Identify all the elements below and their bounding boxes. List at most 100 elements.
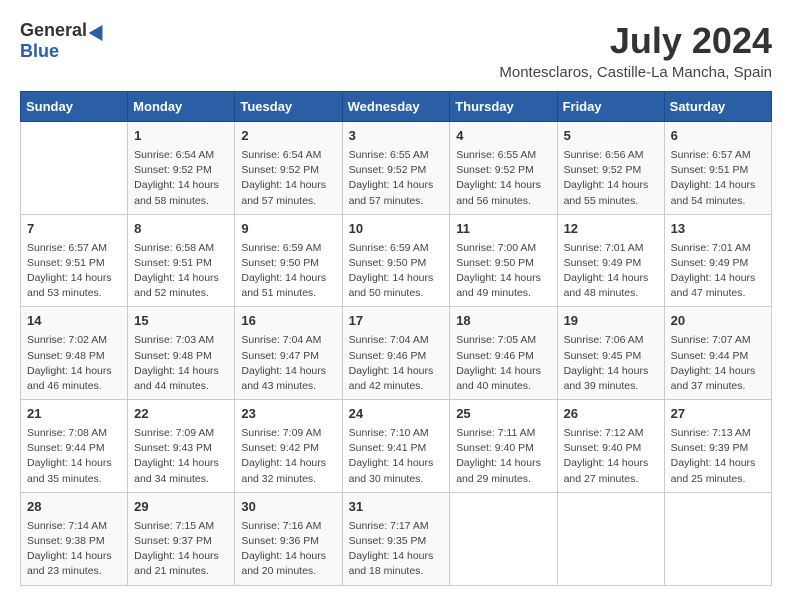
day-number: 31 [349, 498, 444, 517]
calendar-cell: 21 Sunrise: 7:08 AM Sunset: 9:44 PM Dayli… [21, 400, 128, 493]
day-number: 3 [349, 127, 444, 146]
day-info: Sunrise: 7:15 AM Sunset: 9:37 PM Dayligh… [134, 519, 228, 580]
header-cell-monday: Monday [128, 92, 235, 122]
calendar-cell: 6Sunrise: 6:57 AM Sunset: 9:51 PM Daylig… [664, 122, 771, 215]
calendar-cell: 8Sunrise: 6:58 AM Sunset: 9:51 PM Daylig… [128, 214, 235, 307]
day-info: Sunrise: 6:54 AM Sunset: 9:52 PM Dayligh… [241, 148, 335, 209]
day-info: Sunrise: 7:14 AM Sunset: 9:38 PM Dayligh… [27, 519, 121, 580]
day-number: 7 [27, 220, 121, 239]
day-number: 12 [564, 220, 658, 239]
calendar-cell [450, 492, 557, 585]
day-number: 22 [134, 405, 228, 424]
header-cell-sunday: Sunday [21, 92, 128, 122]
day-number: 10 [349, 220, 444, 239]
calendar-cell: 25 Sunrise: 7:11 AM Sunset: 9:40 PM Dayli… [450, 400, 557, 493]
day-info: Sunrise: 7:07 AM Sunset: 9:44 PM Dayligh… [671, 333, 765, 394]
day-info: Sunrise: 7:08 AM Sunset: 9:44 PM Dayligh… [27, 426, 121, 487]
day-info: Sunrise: 7:00 AM Sunset: 9:50 PM Dayligh… [456, 241, 550, 302]
day-info: Sunrise: 6:57 AM Sunset: 9:51 PM Dayligh… [27, 241, 121, 302]
day-number: 18 [456, 312, 550, 331]
calendar-cell: 13 Sunrise: 7:01 AM Sunset: 9:49 PM Dayli… [664, 214, 771, 307]
calendar-header: SundayMondayTuesdayWednesdayThursdayFrid… [21, 92, 772, 122]
calendar-row: 7 Sunrise: 6:57 AM Sunset: 9:51 PM Daylig… [21, 214, 772, 307]
day-info: Sunrise: 7:03 AM Sunset: 9:48 PM Dayligh… [134, 333, 228, 394]
logo-triangle-icon [89, 20, 110, 40]
day-number: 21 [27, 405, 121, 424]
calendar-cell: 5 Sunrise: 6:56 AM Sunset: 9:52 PM Daylig… [557, 122, 664, 215]
logo: General Blue [20, 20, 107, 62]
calendar-cell: 15 Sunrise: 7:03 AM Sunset: 9:48 PM Dayli… [128, 307, 235, 400]
page-header: General Blue July 2024 Montesclaros, Cas… [20, 20, 772, 81]
calendar-cell: 20 Sunrise: 7:07 AM Sunset: 9:44 PM Dayli… [664, 307, 771, 400]
calendar-cell: 24 Sunrise: 7:10 AM Sunset: 9:41 PM Dayli… [342, 400, 450, 493]
calendar-cell: 12Sunrise: 7:01 AM Sunset: 9:49 PM Dayli… [557, 214, 664, 307]
header-cell-thursday: Thursday [450, 92, 557, 122]
day-info: Sunrise: 7:01 AM Sunset: 9:49 PM Dayligh… [671, 241, 765, 302]
calendar-row: 28 Sunrise: 7:14 AM Sunset: 9:38 PM Dayli… [21, 492, 772, 585]
day-info: Sunrise: 7:10 AM Sunset: 9:41 PM Dayligh… [349, 426, 444, 487]
logo-blue: Blue [20, 41, 59, 62]
day-number: 5 [564, 127, 658, 146]
calendar-cell: 2 Sunrise: 6:54 AM Sunset: 9:52 PM Daylig… [235, 122, 342, 215]
calendar-cell [21, 122, 128, 215]
calendar-row: 14 Sunrise: 7:02 AM Sunset: 9:48 PM Dayli… [21, 307, 772, 400]
day-number: 1 [134, 127, 228, 146]
day-number: 2 [241, 127, 335, 146]
day-number: 26 [564, 405, 658, 424]
calendar-cell: 4 Sunrise: 6:55 AM Sunset: 9:52 PM Daylig… [450, 122, 557, 215]
day-number: 15 [134, 312, 228, 331]
day-info: Sunrise: 7:05 AM Sunset: 9:46 PM Dayligh… [456, 333, 550, 394]
calendar-cell: 28 Sunrise: 7:14 AM Sunset: 9:38 PM Dayli… [21, 492, 128, 585]
title-section: July 2024 Montesclaros, Castille-La Manc… [499, 20, 772, 81]
day-info: Sunrise: 6:55 AM Sunset: 9:52 PM Dayligh… [456, 148, 550, 209]
calendar-cell: 26Sunrise: 7:12 AM Sunset: 9:40 PM Dayli… [557, 400, 664, 493]
calendar-cell: 22 Sunrise: 7:09 AM Sunset: 9:43 PM Dayli… [128, 400, 235, 493]
calendar-table: SundayMondayTuesdayWednesdayThursdayFrid… [20, 91, 772, 586]
day-number: 25 [456, 405, 550, 424]
month-year-title: July 2024 [499, 20, 772, 62]
day-info: Sunrise: 6:54 AM Sunset: 9:52 PM Dayligh… [134, 148, 228, 209]
header-cell-wednesday: Wednesday [342, 92, 450, 122]
day-number: 9 [241, 220, 335, 239]
day-number: 14 [27, 312, 121, 331]
day-info: Sunrise: 7:09 AM Sunset: 9:43 PM Dayligh… [134, 426, 228, 487]
calendar-cell: 27Sunrise: 7:13 AM Sunset: 9:39 PM Dayli… [664, 400, 771, 493]
header-cell-saturday: Saturday [664, 92, 771, 122]
day-number: 24 [349, 405, 444, 424]
calendar-cell: 3 Sunrise: 6:55 AM Sunset: 9:52 PM Daylig… [342, 122, 450, 215]
calendar-cell: 11Sunrise: 7:00 AM Sunset: 9:50 PM Dayli… [450, 214, 557, 307]
day-info: Sunrise: 7:06 AM Sunset: 9:45 PM Dayligh… [564, 333, 658, 394]
calendar-cell: 17Sunrise: 7:04 AM Sunset: 9:46 PM Dayli… [342, 307, 450, 400]
calendar-cell: 29 Sunrise: 7:15 AM Sunset: 9:37 PM Dayli… [128, 492, 235, 585]
location-subtitle: Montesclaros, Castille-La Mancha, Spain [499, 64, 772, 81]
day-info: Sunrise: 6:58 AM Sunset: 9:51 PM Dayligh… [134, 241, 228, 302]
day-number: 29 [134, 498, 228, 517]
calendar-cell: 23Sunrise: 7:09 AM Sunset: 9:42 PM Dayli… [235, 400, 342, 493]
day-number: 20 [671, 312, 765, 331]
calendar-cell: 14 Sunrise: 7:02 AM Sunset: 9:48 PM Dayli… [21, 307, 128, 400]
header-cell-tuesday: Tuesday [235, 92, 342, 122]
calendar-cell: 1 Sunrise: 6:54 AM Sunset: 9:52 PM Daylig… [128, 122, 235, 215]
calendar-cell: 18 Sunrise: 7:05 AM Sunset: 9:46 PM Dayli… [450, 307, 557, 400]
day-info: Sunrise: 6:59 AM Sunset: 9:50 PM Dayligh… [349, 241, 444, 302]
day-info: Sunrise: 7:11 AM Sunset: 9:40 PM Dayligh… [456, 426, 550, 487]
calendar-cell: 30Sunrise: 7:16 AM Sunset: 9:36 PM Dayli… [235, 492, 342, 585]
day-info: Sunrise: 7:17 AM Sunset: 9:35 PM Dayligh… [349, 519, 444, 580]
day-info: Sunrise: 7:04 AM Sunset: 9:47 PM Dayligh… [241, 333, 335, 394]
calendar-cell: 10 Sunrise: 6:59 AM Sunset: 9:50 PM Dayli… [342, 214, 450, 307]
calendar-cell: 9Sunrise: 6:59 AM Sunset: 9:50 PM Daylig… [235, 214, 342, 307]
day-number: 4 [456, 127, 550, 146]
day-number: 13 [671, 220, 765, 239]
day-number: 28 [27, 498, 121, 517]
day-info: Sunrise: 7:16 AM Sunset: 9:36 PM Dayligh… [241, 519, 335, 580]
calendar-cell [557, 492, 664, 585]
day-info: Sunrise: 6:56 AM Sunset: 9:52 PM Dayligh… [564, 148, 658, 209]
calendar-cell: 16Sunrise: 7:04 AM Sunset: 9:47 PM Dayli… [235, 307, 342, 400]
calendar-cell: 31 Sunrise: 7:17 AM Sunset: 9:35 PM Dayli… [342, 492, 450, 585]
calendar-cell: 19Sunrise: 7:06 AM Sunset: 9:45 PM Dayli… [557, 307, 664, 400]
day-info: Sunrise: 7:09 AM Sunset: 9:42 PM Dayligh… [241, 426, 335, 487]
logo-general: General [20, 20, 87, 41]
day-info: Sunrise: 7:02 AM Sunset: 9:48 PM Dayligh… [27, 333, 121, 394]
calendar-row: 21 Sunrise: 7:08 AM Sunset: 9:44 PM Dayli… [21, 400, 772, 493]
day-info: Sunrise: 6:55 AM Sunset: 9:52 PM Dayligh… [349, 148, 444, 209]
